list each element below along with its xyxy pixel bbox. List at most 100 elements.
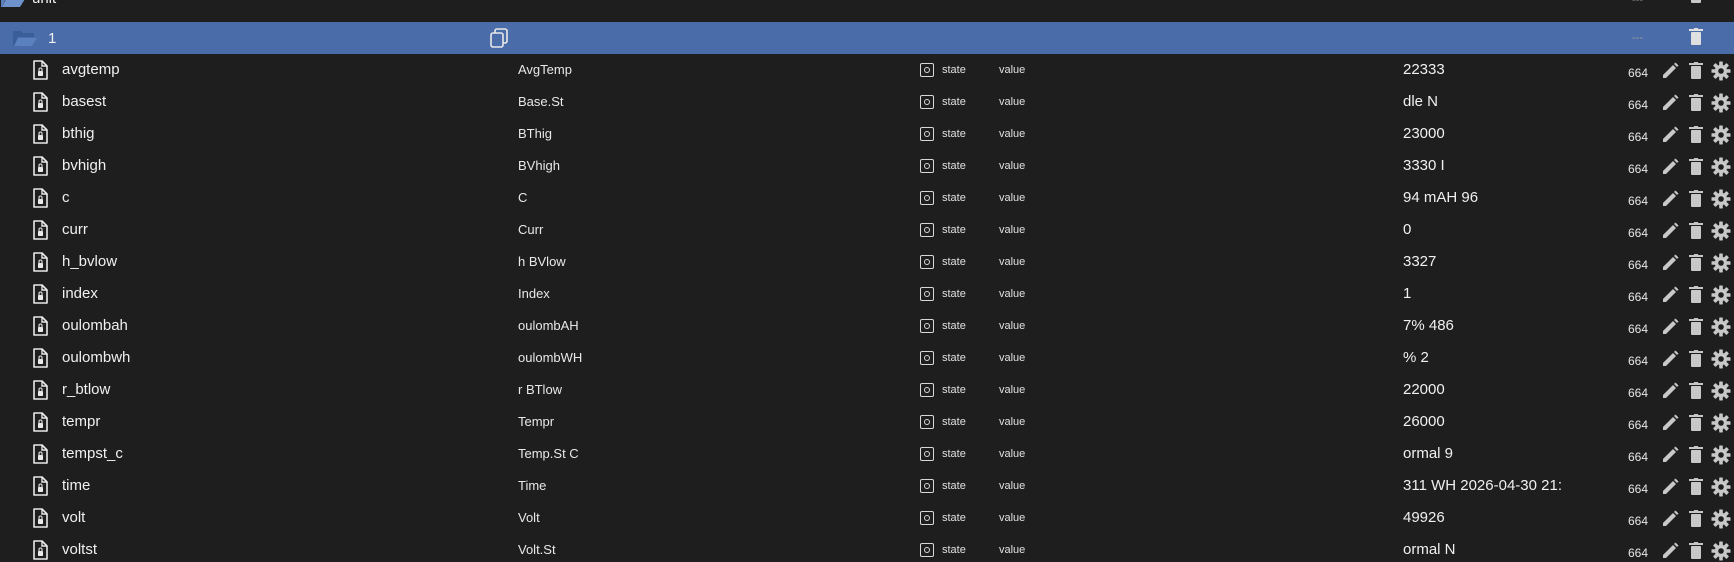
state-row-r_btlow[interactable]: r_btlow r BTlow state value 22000 664 [0,374,1734,406]
gear-icon[interactable] [1711,189,1731,209]
state-row-index[interactable]: index Index state value 1 664 [0,278,1734,310]
state-row-basest[interactable]: basest Base.St state value dle N 664 [0,86,1734,118]
state-value[interactable]: 49926 [1403,509,1445,526]
edit-icon[interactable] [1661,222,1679,240]
delete-icon[interactable] [1689,478,1703,496]
delete-icon[interactable] [1689,94,1703,112]
file-icon [32,156,48,176]
state-row-tempst_c[interactable]: tempst_c Temp.St C state value ormal 9 6… [0,438,1734,470]
state-acl: 664 [1628,418,1649,432]
delete-icon[interactable] [1689,542,1703,560]
state-row-tempr[interactable]: tempr Tempr state value 26000 664 [0,406,1734,438]
state-value[interactable]: 22000 [1403,381,1445,398]
delete-icon[interactable] [1689,286,1703,304]
state-value[interactable]: 3327 [1403,253,1436,270]
delete-icon[interactable] [1689,0,1703,4]
gear-icon[interactable] [1711,221,1731,241]
file-icon [32,412,48,432]
delete-icon[interactable] [1689,222,1703,240]
delete-icon[interactable] [1689,62,1703,80]
state-value[interactable]: 94 mAH 96 [1403,189,1478,206]
delete-icon[interactable] [1689,254,1703,272]
edit-icon[interactable] [1661,158,1679,176]
state-value[interactable]: 1 [1403,285,1411,302]
copy-icon[interactable] [490,28,508,48]
state-name: BThig [518,126,552,141]
state-row-voltst[interactable]: voltst Volt.St state value ormal N 664 [0,534,1734,562]
delete-icon[interactable] [1689,190,1703,208]
state-row-c[interactable]: c C state value 94 mAH 96 664 [0,182,1734,214]
folder-row-unit[interactable]: unit --- [0,0,1734,10]
state-id: bthig [62,125,95,142]
state-row-curr[interactable]: curr Curr state value 0 664 [0,214,1734,246]
state-type-icon [920,95,934,109]
gear-icon[interactable] [1711,477,1731,497]
edit-icon[interactable] [1661,126,1679,144]
state-role: state [942,480,966,492]
gear-icon[interactable] [1711,125,1731,145]
state-row-bvhigh[interactable]: bvhigh BVhigh state value 3330 I 664 [0,150,1734,182]
delete-icon[interactable] [1689,126,1703,144]
delete-icon[interactable] [1689,350,1703,368]
edit-icon[interactable] [1661,414,1679,432]
state-value[interactable]: 7% 486 [1403,317,1454,334]
edit-icon[interactable] [1661,510,1679,528]
edit-icon[interactable] [1661,286,1679,304]
delete-icon[interactable] [1689,414,1703,432]
state-id: h_bvlow [62,253,118,270]
state-kind: value [999,288,1026,300]
state-name: h BVlow [518,254,566,269]
edit-icon[interactable] [1661,382,1679,400]
edit-icon[interactable] [1661,478,1679,496]
gear-icon[interactable] [1711,509,1731,529]
edit-icon[interactable] [1661,62,1679,80]
delete-icon[interactable] [1689,158,1703,176]
edit-icon[interactable] [1661,542,1679,560]
state-row-h_bvlow[interactable]: h_bvlow h BVlow state value 3327 664 [0,246,1734,278]
state-value[interactable]: 3330 I [1403,157,1445,174]
state-value[interactable]: 23000 [1403,125,1445,142]
edit-icon[interactable] [1661,190,1679,208]
gear-icon[interactable] [1711,381,1731,401]
delete-icon[interactable] [1689,382,1703,400]
state-row-avgtemp[interactable]: avgtemp AvgTemp state value 22333 664 [0,54,1734,86]
delete-icon[interactable] [1689,510,1703,528]
gear-icon[interactable] [1711,253,1731,273]
state-role: state [942,96,966,108]
state-kind: value [999,544,1026,556]
gear-icon[interactable] [1711,157,1731,177]
gear-icon[interactable] [1711,93,1731,113]
state-value[interactable]: 26000 [1403,413,1445,430]
delete-icon[interactable] [1689,318,1703,336]
state-value[interactable]: dle N [1403,93,1438,110]
file-icon [32,284,48,304]
gear-icon[interactable] [1711,349,1731,369]
state-row-volt[interactable]: volt Volt state value 49926 664 [0,502,1734,534]
folder-row-1[interactable]: 1 --- [0,22,1734,54]
delete-icon[interactable] [1689,446,1703,464]
edit-icon[interactable] [1661,318,1679,336]
file-icon [32,476,48,496]
state-value[interactable]: ormal N [1403,541,1456,558]
edit-icon[interactable] [1661,94,1679,112]
gear-icon[interactable] [1711,61,1731,81]
gear-icon[interactable] [1711,445,1731,465]
state-row-bthig[interactable]: bthig BThig state value 23000 664 [0,118,1734,150]
state-value[interactable]: 22333 [1403,61,1445,78]
state-value[interactable]: 311 WH 2026-04-30 21: [1403,477,1562,494]
delete-icon[interactable] [1689,28,1703,46]
gear-icon[interactable] [1711,317,1731,337]
state-row-oulombwh[interactable]: oulombwh oulombWH state value % 2 664 [0,342,1734,374]
edit-icon[interactable] [1661,350,1679,368]
state-value[interactable]: ormal 9 [1403,445,1453,462]
state-row-time[interactable]: time Time state value 311 WH 2026-04-30 … [0,470,1734,502]
gear-icon[interactable] [1711,285,1731,305]
gear-icon[interactable] [1711,413,1731,433]
state-value[interactable]: % 2 [1403,349,1429,366]
state-value[interactable]: 0 [1403,221,1411,238]
state-row-oulombah[interactable]: oulombah oulombAH state value 7% 486 664 [0,310,1734,342]
edit-icon[interactable] [1661,446,1679,464]
edit-icon[interactable] [1661,254,1679,272]
gear-icon[interactable] [1711,541,1731,561]
state-type-icon [920,287,934,301]
